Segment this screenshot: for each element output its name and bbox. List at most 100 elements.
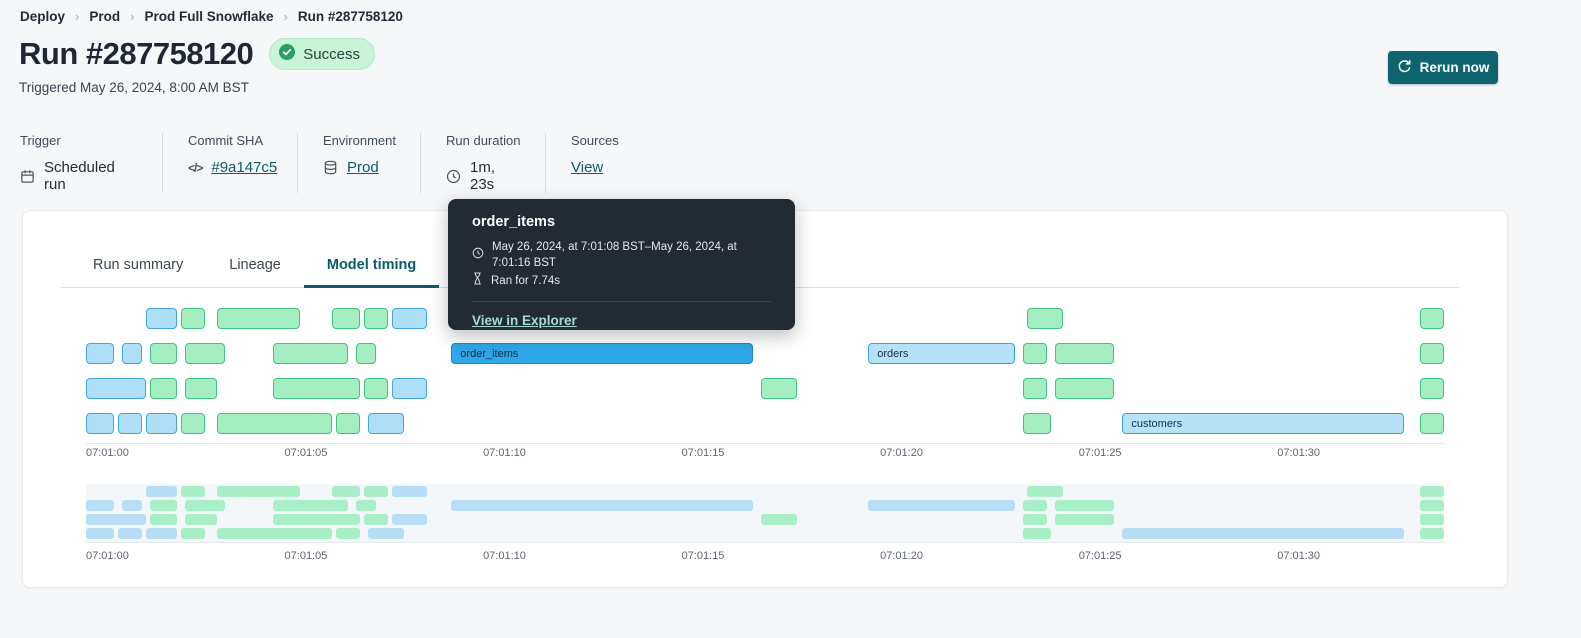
- axis-tick-label: 07:01:05: [284, 550, 328, 562]
- gantt-bar[interactable]: [356, 343, 376, 364]
- success-check-icon: [279, 44, 296, 64]
- sources-view-link[interactable]: View: [571, 159, 603, 176]
- gantt-bar[interactable]: [217, 308, 301, 329]
- mini-gantt-bar: [356, 500, 376, 511]
- gantt-bar[interactable]: [1054, 343, 1115, 364]
- breadcrumb-item-job[interactable]: Prod Full Snowflake: [144, 9, 273, 24]
- mini-gantt-bar: [272, 514, 360, 525]
- gantt-bar[interactable]: [1420, 308, 1444, 329]
- gantt-bar[interactable]: [145, 413, 178, 434]
- gantt-bar[interactable]: [1027, 308, 1063, 329]
- mini-gantt-bar: [145, 528, 178, 539]
- gantt-bar[interactable]: [86, 378, 146, 399]
- gantt-bar[interactable]: [1023, 378, 1047, 399]
- mini-gantt-bar: [181, 528, 206, 539]
- environment-link[interactable]: Prod: [347, 159, 379, 176]
- gantt-bar[interactable]: [363, 308, 388, 329]
- breadcrumb-item-prod[interactable]: Prod: [89, 9, 120, 24]
- mini-gantt-bar: [1420, 486, 1444, 497]
- gantt-bar[interactable]: [1023, 413, 1051, 434]
- axis-tick-label: 07:01:25: [1078, 447, 1122, 459]
- refresh-icon: [1397, 59, 1412, 77]
- meta-trigger: Trigger Scheduled run: [20, 133, 163, 193]
- mini-gantt-bar: [761, 514, 797, 525]
- gantt-bar[interactable]: [272, 343, 349, 364]
- mini-gantt-bar: [1023, 500, 1047, 511]
- gantt-bar[interactable]: [145, 308, 178, 329]
- mini-gantt-bar: [149, 500, 178, 511]
- gantt-bar[interactable]: [272, 378, 360, 399]
- hourglass-icon: [472, 272, 483, 290]
- gantt-bar-order_items[interactable]: order_items: [451, 343, 754, 364]
- calendar-icon: [20, 169, 35, 184]
- view-in-explorer-link[interactable]: View in Explorer: [472, 313, 577, 328]
- gantt-bar[interactable]: [149, 343, 178, 364]
- mini-gantt-bar: [217, 486, 301, 497]
- axis-tick-label: 07:01:00: [86, 447, 129, 459]
- mini-gantt-bar: [1420, 528, 1444, 539]
- axis-tick-label: 07:01:20: [880, 550, 923, 562]
- gantt-bar[interactable]: [185, 343, 225, 364]
- axis-tick-label: 07:01:15: [681, 447, 725, 459]
- gantt-bar[interactable]: [761, 378, 797, 399]
- meta-sources: Sources View: [546, 133, 643, 193]
- gantt-bar[interactable]: [86, 413, 114, 434]
- clock-icon: [472, 247, 484, 264]
- mini-gantt-bar-orders: [868, 500, 1016, 511]
- axis-tick-label: 07:01:20: [880, 447, 923, 459]
- gantt-bar[interactable]: [1420, 343, 1444, 364]
- duration-value: 1m, 23s: [470, 159, 496, 193]
- tooltip-divider: [472, 301, 771, 302]
- breadcrumb-item-deploy[interactable]: Deploy: [20, 9, 65, 24]
- mini-gantt-bar-order_items: [451, 500, 754, 511]
- gantt-bar[interactable]: [1420, 378, 1444, 399]
- tab-lineage[interactable]: Lineage: [206, 247, 304, 288]
- gantt-bar[interactable]: [86, 343, 114, 364]
- axis-tick-label: 07:01:30: [1277, 550, 1321, 562]
- mini-gantt-bar: [336, 528, 360, 539]
- gantt-time-axis: 07:01:00 07:01:05 07:01:10 07:01:15 07:01:20…: [86, 443, 1444, 459]
- gantt-bar[interactable]: [1023, 343, 1047, 364]
- meta-commit: Commit SHA </> #9a147c5: [163, 133, 298, 193]
- status-badge: Success: [269, 38, 375, 70]
- gantt-bar[interactable]: [1420, 413, 1444, 434]
- mini-gantt-bar: [121, 500, 142, 511]
- gantt-bar[interactable]: [181, 413, 206, 434]
- meta-label: Environment: [323, 133, 396, 148]
- mini-gantt-bar: [185, 514, 218, 525]
- gantt-bar-label: orders: [877, 347, 909, 360]
- mini-gantt-bar: [1054, 500, 1115, 511]
- meta-duration: Run duration 1m, 23s: [421, 133, 546, 193]
- gantt-bar[interactable]: [117, 413, 142, 434]
- gantt-bar-customers[interactable]: customers: [1122, 413, 1405, 434]
- gantt-bar[interactable]: [185, 378, 218, 399]
- gantt-bar-orders[interactable]: orders: [868, 343, 1016, 364]
- mini-gantt-bar: [145, 486, 178, 497]
- meta-label: Commit SHA: [188, 133, 264, 148]
- gantt-bar[interactable]: [1054, 378, 1115, 399]
- gantt-bar[interactable]: [391, 378, 428, 399]
- rerun-now-button[interactable]: Rerun now: [1388, 51, 1498, 84]
- mini-gantt-bar: [363, 486, 388, 497]
- gantt-bar[interactable]: [363, 378, 388, 399]
- mini-gantt-bar: [1023, 528, 1051, 539]
- gantt-bar[interactable]: [367, 413, 404, 434]
- gantt-bar[interactable]: [181, 308, 206, 329]
- tooltip-model-name: order_items: [472, 214, 556, 230]
- gantt-bar[interactable]: [336, 413, 360, 434]
- gantt-bar[interactable]: [149, 378, 178, 399]
- mini-gantt-bar: [86, 528, 114, 539]
- tab-run-summary[interactable]: Run summary: [70, 247, 206, 288]
- clock-icon: [446, 169, 461, 184]
- meta-label: Run duration: [446, 133, 521, 148]
- commit-sha-link[interactable]: #9a147c5: [211, 159, 277, 176]
- chevron-right-icon: ›: [130, 9, 135, 24]
- tab-model-timing[interactable]: Model timing: [303, 247, 440, 288]
- gantt-bar[interactable]: [217, 413, 333, 434]
- gantt-bar[interactable]: [391, 308, 428, 329]
- status-badge-label: Success: [303, 45, 360, 63]
- mini-gantt-bar: [181, 486, 206, 497]
- gantt-bar[interactable]: [121, 343, 142, 364]
- gantt-bar[interactable]: [332, 308, 360, 329]
- gantt-minimap-brush[interactable]: [86, 484, 1444, 543]
